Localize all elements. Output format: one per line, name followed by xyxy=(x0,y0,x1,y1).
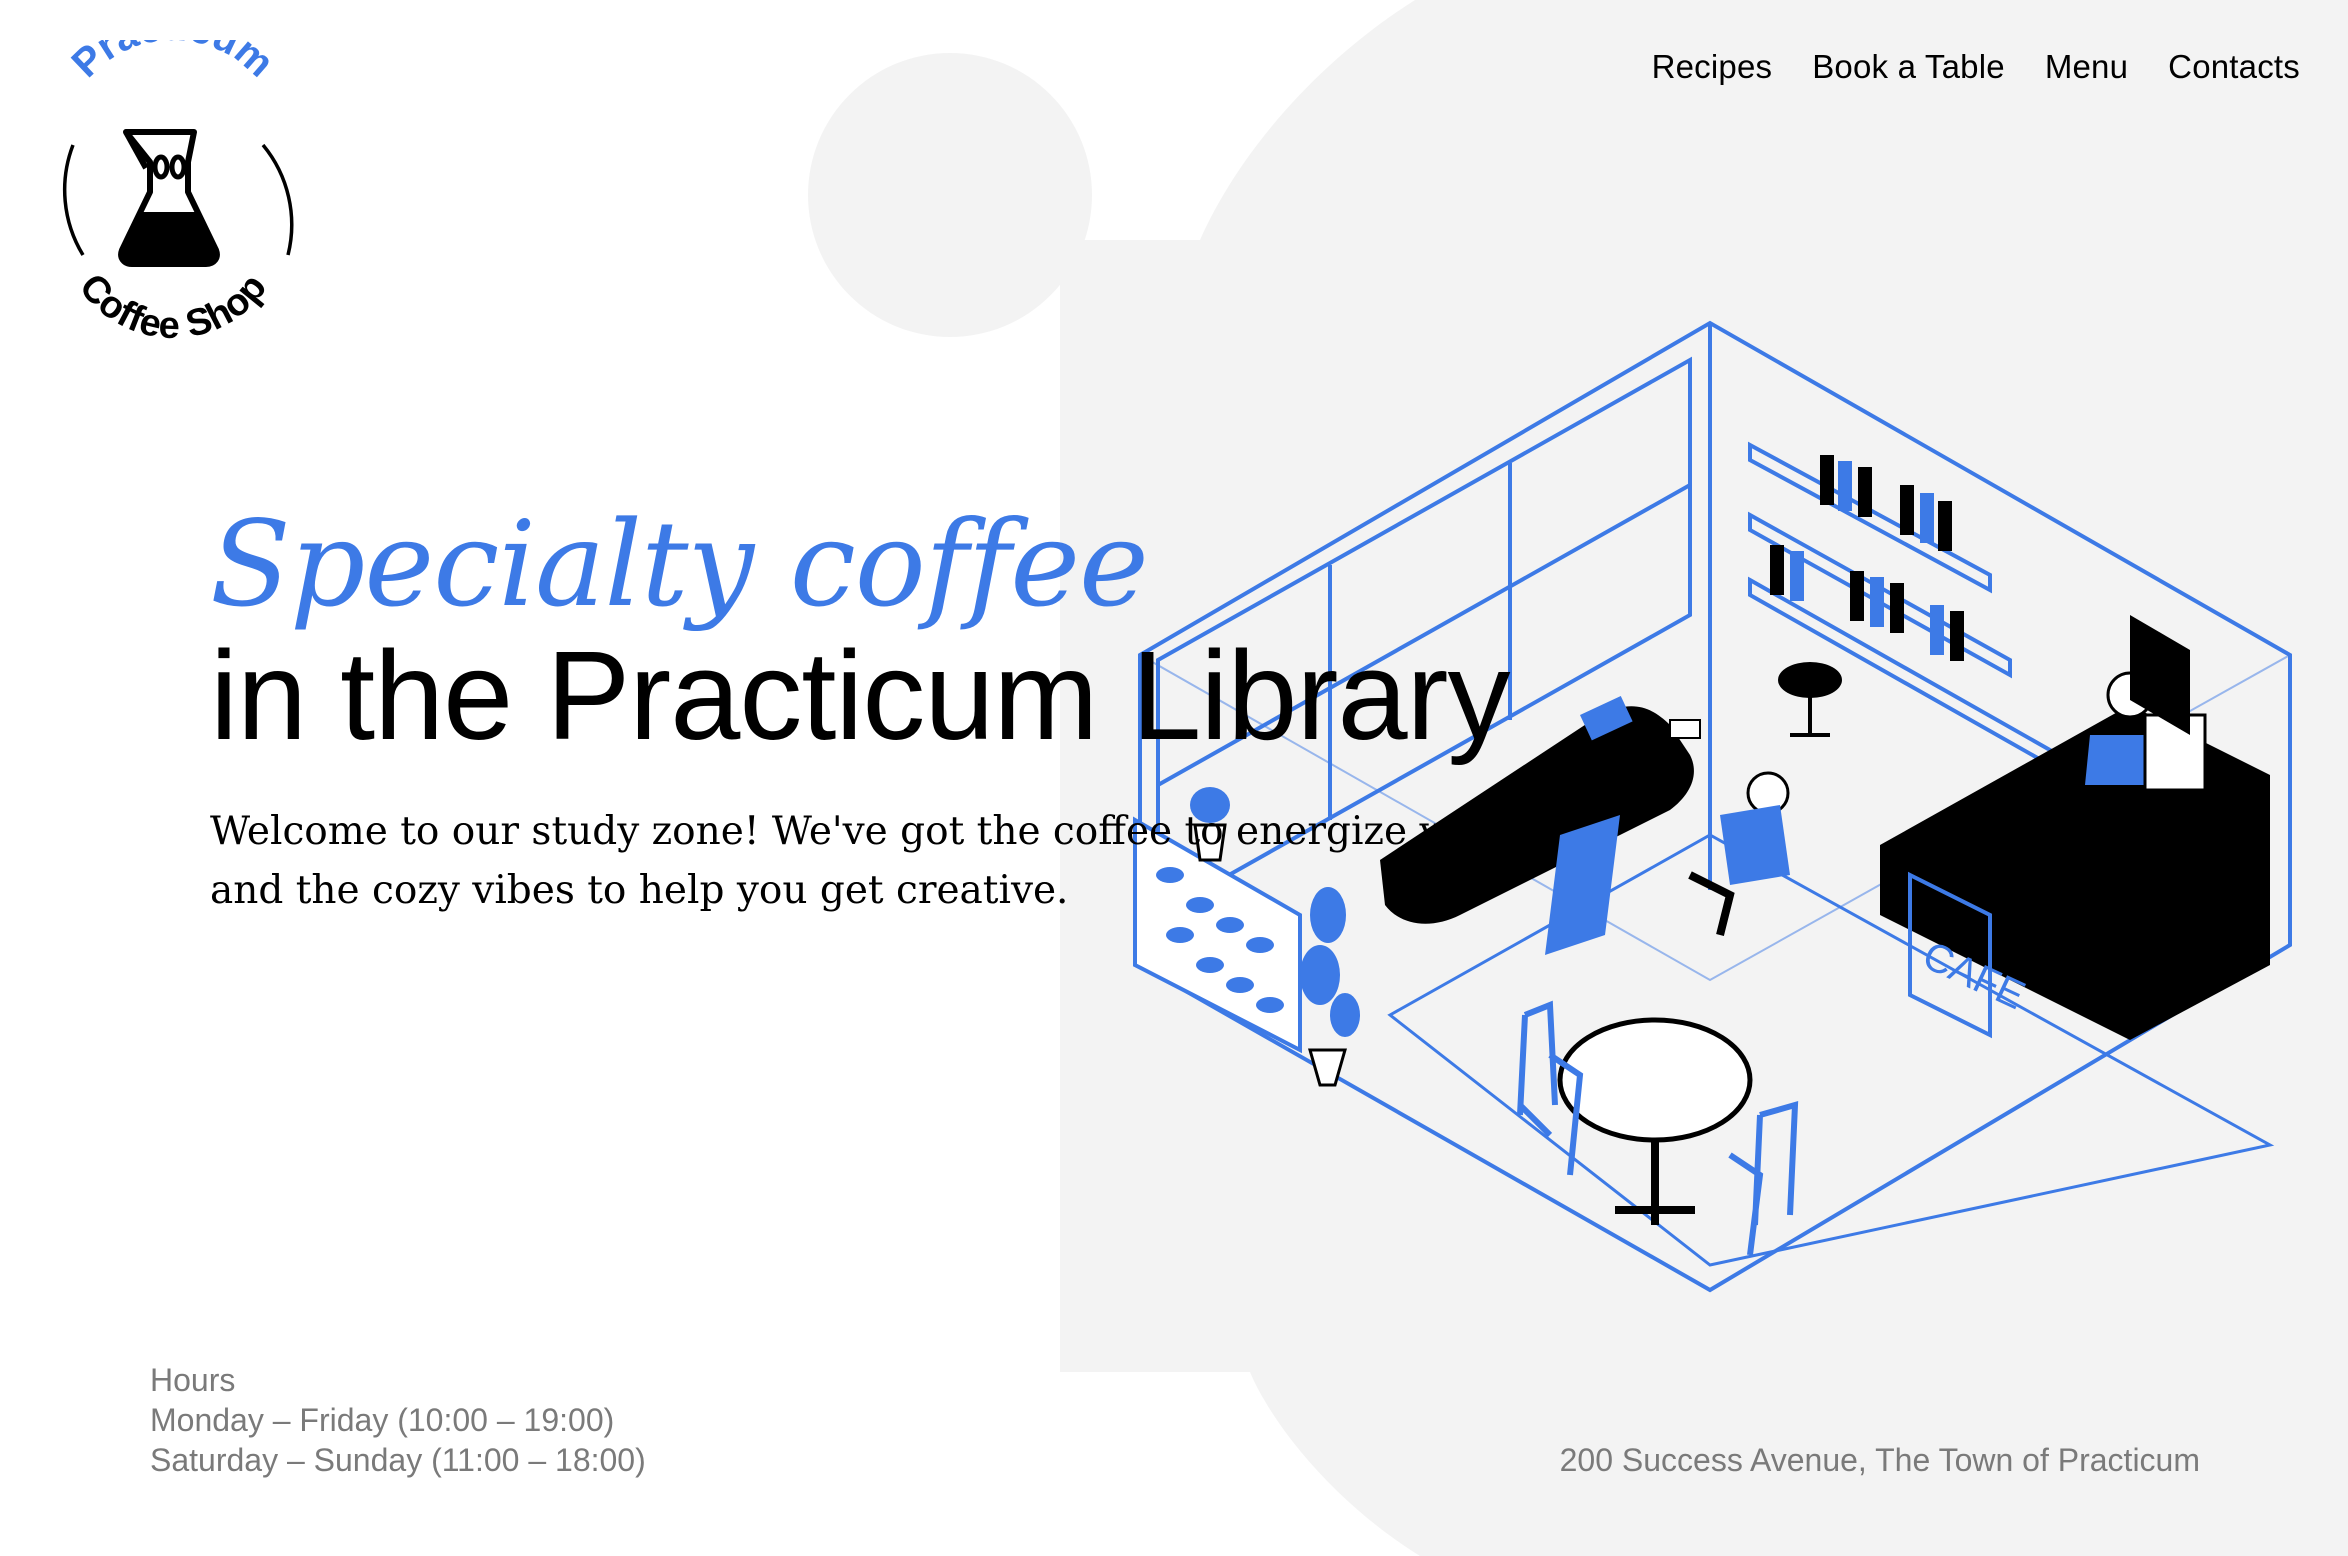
main-nav: Recipes Book a Table Menu Contacts xyxy=(1652,48,2300,86)
nav-menu[interactable]: Menu xyxy=(2045,48,2128,86)
nav-contacts[interactable]: Contacts xyxy=(2168,48,2300,86)
hero: Specialty coffee in the Practicum Librar… xyxy=(210,495,1710,959)
logo-bottom-text: Coffee Shop xyxy=(71,266,275,347)
svg-text:Coffee Shop: Coffee Shop xyxy=(71,266,275,347)
svg-text:Practicum: Practicum xyxy=(64,40,282,86)
coffee-jug-icon xyxy=(118,129,220,267)
hero-accent: Specialty coffee xyxy=(210,495,1149,633)
hours-weekend: Saturday – Sunday (11:00 – 18:00) xyxy=(150,1442,646,1478)
logo-top-text: Practicum xyxy=(64,40,282,86)
hours-heading: Hours xyxy=(150,1362,236,1398)
address: 200 Success Avenue, The Town of Practicu… xyxy=(1559,1442,2200,1478)
nav-book-a-table[interactable]: Book a Table xyxy=(1812,48,2005,86)
hero-description: Welcome to our study zone! We've got the… xyxy=(210,809,1491,914)
logo[interactable]: Practicum Coffee Shop xyxy=(38,40,308,350)
nav-recipes[interactable]: Recipes xyxy=(1652,48,1773,86)
opening-hours: Hours Monday – Friday (10:00 – 19:00) Sa… xyxy=(150,1360,646,1480)
hero-title: in the Practicum Library xyxy=(210,624,1511,766)
hours-weekdays: Monday – Friday (10:00 – 19:00) xyxy=(150,1402,615,1438)
